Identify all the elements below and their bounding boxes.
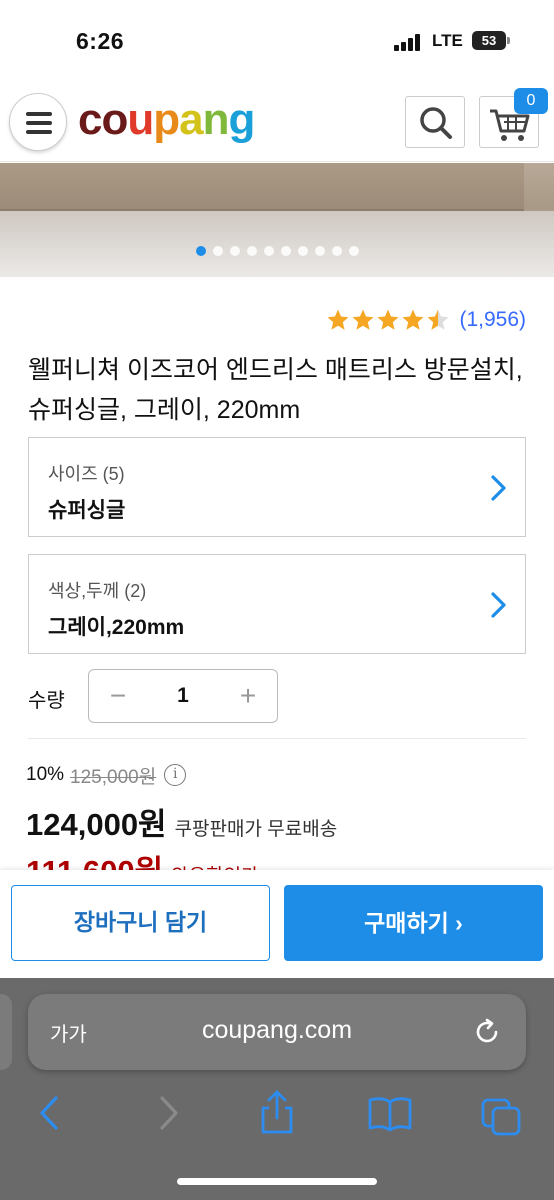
quantity-value[interactable]: 1 bbox=[143, 670, 223, 722]
chevron-right-icon bbox=[491, 475, 506, 501]
product-title: 웰퍼니쳐 이즈코어 엔드리스 매트리스 방문설치, 슈퍼싱글, 그레이, 220… bbox=[28, 356, 523, 424]
carousel-dot[interactable] bbox=[331, 246, 342, 256]
status-time: 6:26 bbox=[76, 28, 125, 54]
battery-icon: 53 bbox=[472, 31, 506, 50]
review-count[interactable]: (1,956) bbox=[459, 308, 526, 332]
cart-count-badge: 0 bbox=[514, 88, 548, 114]
tabs-icon[interactable] bbox=[477, 1088, 527, 1138]
carousel-dot[interactable] bbox=[229, 246, 240, 256]
app-header: coupang bbox=[0, 80, 554, 162]
share-icon[interactable] bbox=[252, 1088, 302, 1138]
chevron-right-icon bbox=[491, 592, 506, 618]
coupang-logo[interactable]: coupang bbox=[78, 94, 256, 146]
network-label: LTE bbox=[432, 31, 463, 50]
carousel-dots[interactable] bbox=[0, 246, 554, 260]
discount-percent: 10% bbox=[26, 764, 65, 785]
sale-price-row: 124,000원 쿠팡판매가 무료배송 bbox=[26, 799, 338, 842]
logo-letter: u bbox=[127, 95, 154, 144]
floor-image bbox=[0, 211, 554, 277]
add-to-cart-button[interactable]: 장바구니 담기 bbox=[11, 885, 270, 961]
logo-letter: o bbox=[101, 95, 128, 144]
search-button[interactable] bbox=[405, 96, 465, 148]
carousel-dot[interactable] bbox=[280, 246, 291, 256]
quantity-label: 수량 bbox=[28, 690, 65, 712]
sale-price-tag: 쿠팡판매가 무료배송 bbox=[174, 819, 338, 840]
carousel-dot[interactable] bbox=[246, 246, 257, 256]
browser-toolbar: 가가 coupang.com bbox=[0, 978, 554, 1200]
logo-letter: a bbox=[179, 95, 204, 144]
option-size[interactable]: 사이즈 (5) 슈퍼싱글 bbox=[28, 437, 526, 537]
info-icon[interactable]: i bbox=[164, 764, 187, 786]
quantity-minus-button[interactable]: − bbox=[91, 670, 145, 722]
option-label: 색상,두께 (2) bbox=[48, 581, 147, 601]
logo-letter: n bbox=[202, 95, 230, 144]
address-bar[interactable]: 가가 coupang.com bbox=[28, 994, 526, 1070]
option-value: 슈퍼싱글 bbox=[48, 499, 126, 522]
star-rating bbox=[326, 308, 451, 332]
url-text[interactable]: coupang.com bbox=[28, 1016, 526, 1045]
star-icon bbox=[327, 309, 349, 330]
bookmarks-icon[interactable] bbox=[365, 1088, 415, 1138]
previous-tab-edge[interactable] bbox=[0, 994, 12, 1070]
logo-letter: c bbox=[78, 95, 103, 144]
quantity-plus-button[interactable]: + bbox=[221, 670, 275, 722]
home-indicator bbox=[177, 1178, 377, 1185]
option-label: 사이즈 (5) bbox=[48, 464, 125, 484]
quantity-stepper: − 1 + bbox=[88, 669, 278, 723]
product-image[interactable] bbox=[0, 163, 554, 277]
carousel-dot[interactable] bbox=[297, 246, 308, 256]
carousel-dot[interactable] bbox=[263, 246, 274, 256]
reload-icon[interactable] bbox=[472, 1017, 502, 1047]
menu-button[interactable] bbox=[9, 93, 67, 151]
search-icon bbox=[420, 107, 452, 139]
signal-icon bbox=[394, 33, 424, 51]
option-color-thickness[interactable]: 색상,두께 (2) 그레이,220mm bbox=[28, 554, 526, 654]
discount-row: 10% 125,000원 i bbox=[26, 762, 187, 788]
option-value: 그레이,220mm bbox=[48, 616, 185, 639]
star-icon bbox=[377, 309, 399, 330]
star-icon bbox=[352, 309, 374, 330]
original-price: 125,000원 bbox=[70, 766, 157, 788]
forward-arrow-icon[interactable] bbox=[142, 1088, 192, 1138]
carousel-dot[interactable] bbox=[212, 246, 223, 256]
logo-letter: p bbox=[153, 95, 180, 144]
back-arrow-icon[interactable] bbox=[26, 1088, 76, 1138]
buy-bar: 장바구니 담기 구매하기 › bbox=[0, 870, 554, 978]
carousel-dot[interactable] bbox=[348, 246, 359, 256]
star-icon bbox=[402, 309, 424, 330]
carousel-dot[interactable] bbox=[195, 246, 206, 256]
sale-price: 124,000원 bbox=[26, 807, 167, 842]
battery-nub bbox=[507, 37, 510, 44]
mattress-image bbox=[0, 163, 524, 211]
logo-letter: g bbox=[228, 95, 256, 144]
divider bbox=[28, 738, 526, 739]
rating[interactable]: (1,956) bbox=[326, 306, 526, 334]
buy-now-button[interactable]: 구매하기 › bbox=[284, 885, 543, 961]
status-bar: 6:26 LTE 53 bbox=[0, 0, 554, 80]
carousel-dot[interactable] bbox=[314, 246, 325, 256]
star-icon bbox=[427, 309, 449, 330]
